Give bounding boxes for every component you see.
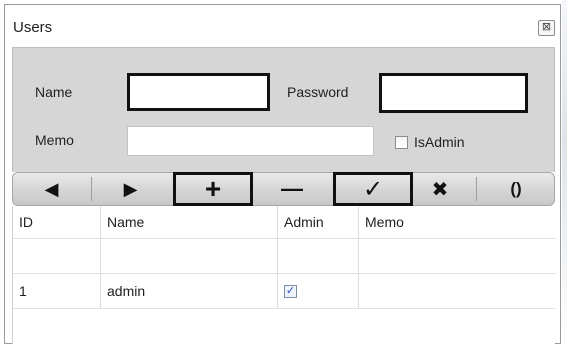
plus-icon: + — [204, 173, 222, 204]
navigator-toolbar: ◀ ▶ + — ✓ ✖ () — [12, 172, 555, 206]
desktop-background — [562, 0, 567, 347]
cell-admin — [278, 239, 359, 273]
minus-icon: — — [281, 176, 303, 201]
close-button[interactable]: ⊠ — [538, 20, 555, 36]
cell-name: admin — [101, 274, 278, 308]
cell-memo — [359, 239, 556, 273]
password-field[interactable] — [379, 73, 528, 113]
save-button[interactable]: ✓ — [333, 172, 413, 206]
triangle-left-icon: ◀ — [44, 178, 59, 199]
column-header-memo[interactable]: Memo — [359, 206, 556, 238]
cell-id — [13, 239, 101, 273]
refresh-icon: () — [510, 179, 522, 198]
add-button[interactable]: + — [173, 172, 253, 206]
table-header: ID Name Admin Memo — [13, 206, 556, 239]
next-button[interactable]: ▶ — [92, 173, 169, 205]
column-header-admin[interactable]: Admin — [278, 206, 359, 238]
isadmin-label: IsAdmin — [414, 134, 465, 150]
name-label: Name — [35, 84, 73, 100]
isadmin-checkbox[interactable] — [395, 136, 408, 149]
cell-memo — [359, 274, 556, 308]
window-title: Users — [13, 19, 53, 36]
refresh-button[interactable]: () — [477, 173, 555, 205]
cell-name — [101, 239, 278, 273]
cell-admin: ✓ — [278, 274, 359, 308]
column-header-name[interactable]: Name — [101, 206, 278, 238]
table-row[interactable]: 1 admin ✓ — [13, 274, 556, 309]
triangle-right-icon: ▶ — [123, 178, 138, 199]
delete-button[interactable]: — — [255, 173, 329, 205]
previous-button[interactable]: ◀ — [13, 173, 90, 205]
memo-label: Memo — [35, 132, 74, 148]
users-window: Users ⊠ Name Password Memo IsAdmin ◀ ▶ +… — [4, 4, 561, 344]
password-label: Password — [287, 84, 349, 100]
cancel-button[interactable]: ✖ — [404, 173, 476, 205]
title-bar: Users ⊠ — [5, 5, 560, 47]
admin-checkbox[interactable]: ✓ — [284, 284, 297, 298]
users-table: ID Name Admin Memo 1 admin ✓ — [12, 206, 556, 344]
checkmark-icon: ✓ — [362, 175, 384, 203]
user-edit-form: Name Password Memo IsAdmin — [12, 47, 555, 172]
close-icon: ⊠ — [541, 21, 552, 33]
cell-id: 1 — [13, 274, 101, 308]
name-field[interactable] — [127, 73, 270, 111]
memo-field[interactable] — [127, 126, 374, 156]
x-icon: ✖ — [431, 178, 449, 201]
table-row[interactable] — [13, 239, 556, 274]
column-header-id[interactable]: ID — [13, 206, 101, 238]
